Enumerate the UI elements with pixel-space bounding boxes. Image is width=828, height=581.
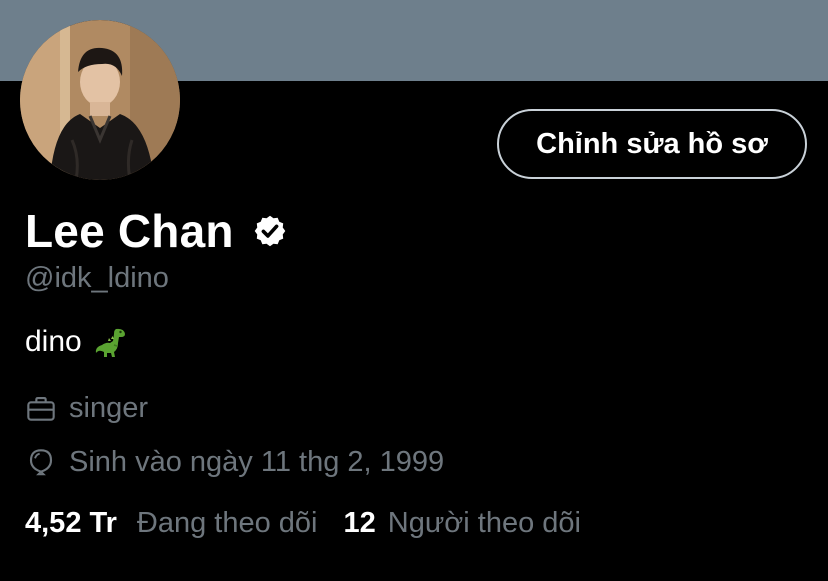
follow-stats: 4,52 Tr Đang theo dõi 12 Người theo dõi <box>25 507 581 540</box>
followers-link[interactable]: 12 Người theo dõi <box>344 507 581 540</box>
following-count: 4,52 Tr <box>25 507 117 539</box>
following-label: Đang theo dõi <box>136 507 318 539</box>
avatar[interactable] <box>20 20 180 180</box>
profile-name: Lee Chan <box>25 205 234 257</box>
balloon-icon <box>29 448 53 475</box>
edit-profile-button[interactable]: Chỉnh sửa hồ sơ <box>497 109 807 179</box>
followers-count: 12 <box>343 507 376 539</box>
following-link[interactable]: 4,52 Tr Đang theo dõi <box>25 507 318 540</box>
briefcase-icon <box>27 396 55 421</box>
profile-name-row: Lee Chan <box>25 203 288 259</box>
profile-bio: dino <box>25 325 130 359</box>
avatar-photo <box>20 20 180 180</box>
birthday-row: Sinh vào ngày 11 thg 2, 1999 <box>25 446 444 479</box>
dinosaur-emoji <box>95 328 125 357</box>
followers-label: Người theo dõi <box>387 507 581 539</box>
profile-handle: @idk_ldino <box>25 262 169 294</box>
verified-badge-icon <box>254 215 285 247</box>
profession-text: singer <box>69 392 148 424</box>
birthday-text: Sinh vào ngày 11 thg 2, 1999 <box>69 446 445 478</box>
bio-text: dino <box>25 325 82 358</box>
profession-row: singer <box>25 392 148 425</box>
